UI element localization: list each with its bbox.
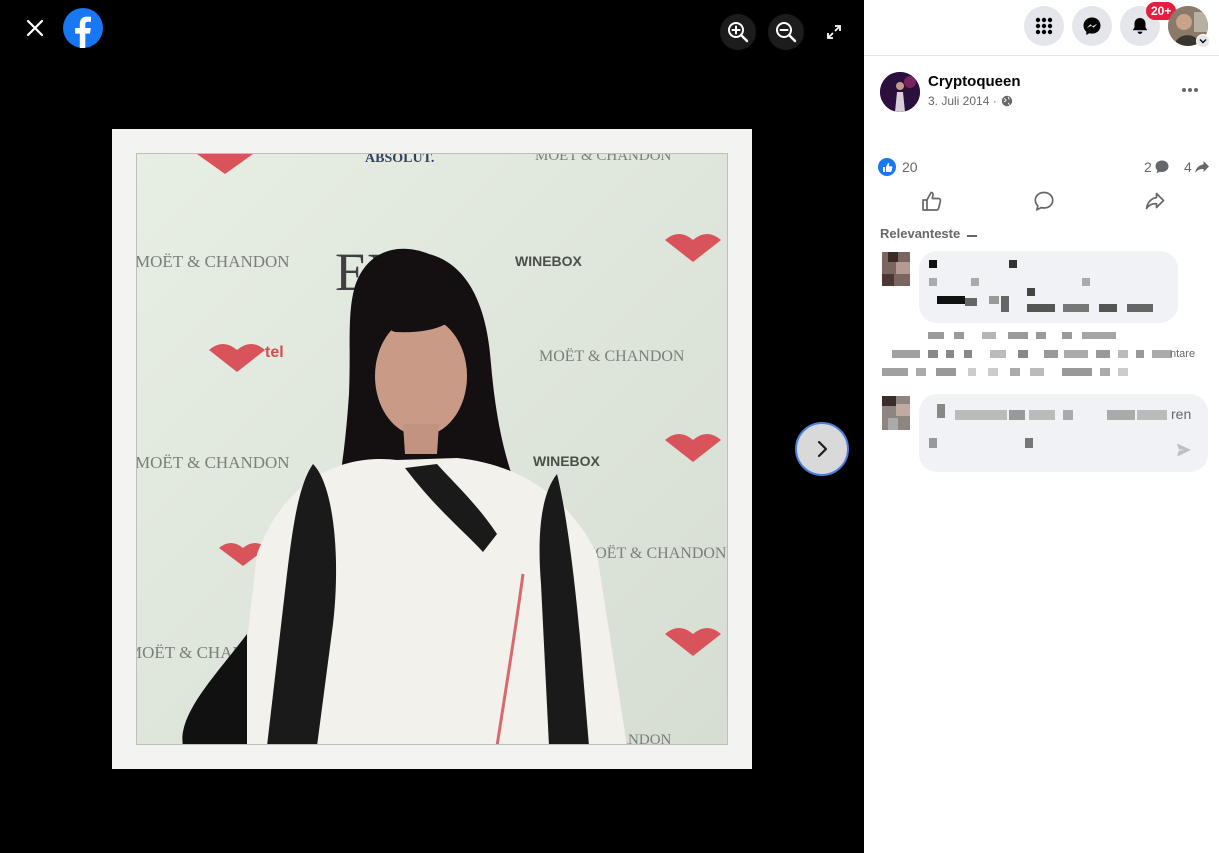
post-panel: 20+ Cryptoqueen 3. Juli 2014 · 20 2 4 Re… bbox=[864, 0, 1219, 853]
photo-viewer: ABSOLUT. MOËT & CHANDON MOËT & CHANDON E… bbox=[0, 0, 864, 853]
comment-bubble-icon bbox=[1155, 160, 1169, 174]
comment-icon bbox=[1034, 191, 1054, 212]
comment-sort-dropdown[interactable]: Relevanteste bbox=[880, 226, 978, 241]
backdrop-text-moet: MOËT & CHANDON bbox=[137, 453, 290, 472]
close-icon bbox=[26, 19, 44, 37]
truncated-text: ren bbox=[1171, 406, 1192, 422]
fullscreen-button[interactable] bbox=[820, 18, 848, 46]
backdrop-text-absolut: ABSOLUT. bbox=[365, 154, 434, 166]
photo-image: ABSOLUT. MOËT & CHANDON MOËT & CHANDON E… bbox=[136, 153, 728, 745]
share-icon bbox=[1194, 161, 1209, 173]
comment-count-value: 2 bbox=[1144, 159, 1152, 175]
backdrop-text-winebox: WINEBOX bbox=[533, 453, 601, 469]
top-bar: 20+ bbox=[864, 0, 1219, 56]
chevron-right-icon bbox=[817, 440, 828, 458]
share-count-value: 4 bbox=[1184, 159, 1192, 175]
menu-button[interactable] bbox=[1024, 6, 1064, 46]
author-avatar[interactable] bbox=[880, 72, 920, 112]
commenter-avatar[interactable] bbox=[882, 252, 910, 286]
photo: ABSOLUT. MOËT & CHANDON MOËT & CHANDON E… bbox=[112, 129, 752, 769]
zoom-out-icon bbox=[776, 22, 797, 43]
backdrop-text-moet: MOËT & CHANDON bbox=[137, 252, 290, 271]
comment-bubble bbox=[919, 251, 1178, 323]
share-button[interactable] bbox=[1142, 188, 1168, 214]
share-count[interactable]: 4 bbox=[1184, 159, 1210, 175]
more-icon bbox=[1182, 88, 1198, 92]
author-name[interactable]: Cryptoqueen bbox=[928, 73, 1021, 90]
more-options-button[interactable] bbox=[1176, 78, 1204, 102]
post-date[interactable]: 3. Juli 2014 · bbox=[928, 94, 997, 108]
grid-menu-icon bbox=[1035, 17, 1053, 35]
zoom-in-button[interactable] bbox=[720, 14, 756, 50]
like-count[interactable]: 20 bbox=[902, 159, 918, 175]
composer-avatar bbox=[882, 396, 910, 430]
globe-icon bbox=[1001, 95, 1012, 107]
like-reaction-icon[interactable] bbox=[878, 158, 896, 176]
account-menu-button[interactable] bbox=[1196, 34, 1210, 48]
zoom-in-icon bbox=[728, 22, 749, 43]
send-button[interactable] bbox=[1174, 440, 1194, 460]
reply-input[interactable]: ren bbox=[919, 394, 1208, 472]
chevron-down-icon bbox=[1199, 39, 1207, 44]
zoom-out-button[interactable] bbox=[768, 14, 804, 50]
send-icon bbox=[1177, 443, 1191, 457]
truncated-text: ntare bbox=[1170, 348, 1196, 360]
like-button[interactable] bbox=[919, 188, 945, 214]
caret-down-icon bbox=[967, 234, 978, 237]
reactions-summary: 20 2 4 bbox=[878, 157, 1212, 177]
bell-icon bbox=[1132, 18, 1148, 34]
messenger-button[interactable] bbox=[1072, 6, 1112, 46]
share-arrow-icon bbox=[1145, 192, 1165, 210]
messenger-icon bbox=[1083, 17, 1101, 35]
backdrop-text-moet: MOËT & CHANDON bbox=[539, 347, 685, 365]
backdrop-text-moet: MOËT & CHANDON bbox=[535, 154, 672, 164]
close-button[interactable] bbox=[18, 11, 52, 45]
backdrop-text-winebox: WINEBOX bbox=[515, 253, 583, 269]
backdrop-text-tel: tel bbox=[265, 344, 284, 361]
expand-icon bbox=[827, 25, 841, 39]
sort-label: Relevanteste bbox=[880, 226, 961, 241]
facebook-logo[interactable] bbox=[63, 8, 103, 48]
comment-count[interactable]: 2 bbox=[1144, 159, 1170, 175]
comment-button[interactable] bbox=[1031, 188, 1057, 214]
thumbs-up-icon bbox=[922, 191, 942, 211]
backdrop-text-moet: MOËT & CHANDON bbox=[581, 544, 727, 562]
post-meta: 3. Juli 2014 · bbox=[928, 94, 1013, 108]
next-photo-button[interactable] bbox=[795, 422, 849, 476]
